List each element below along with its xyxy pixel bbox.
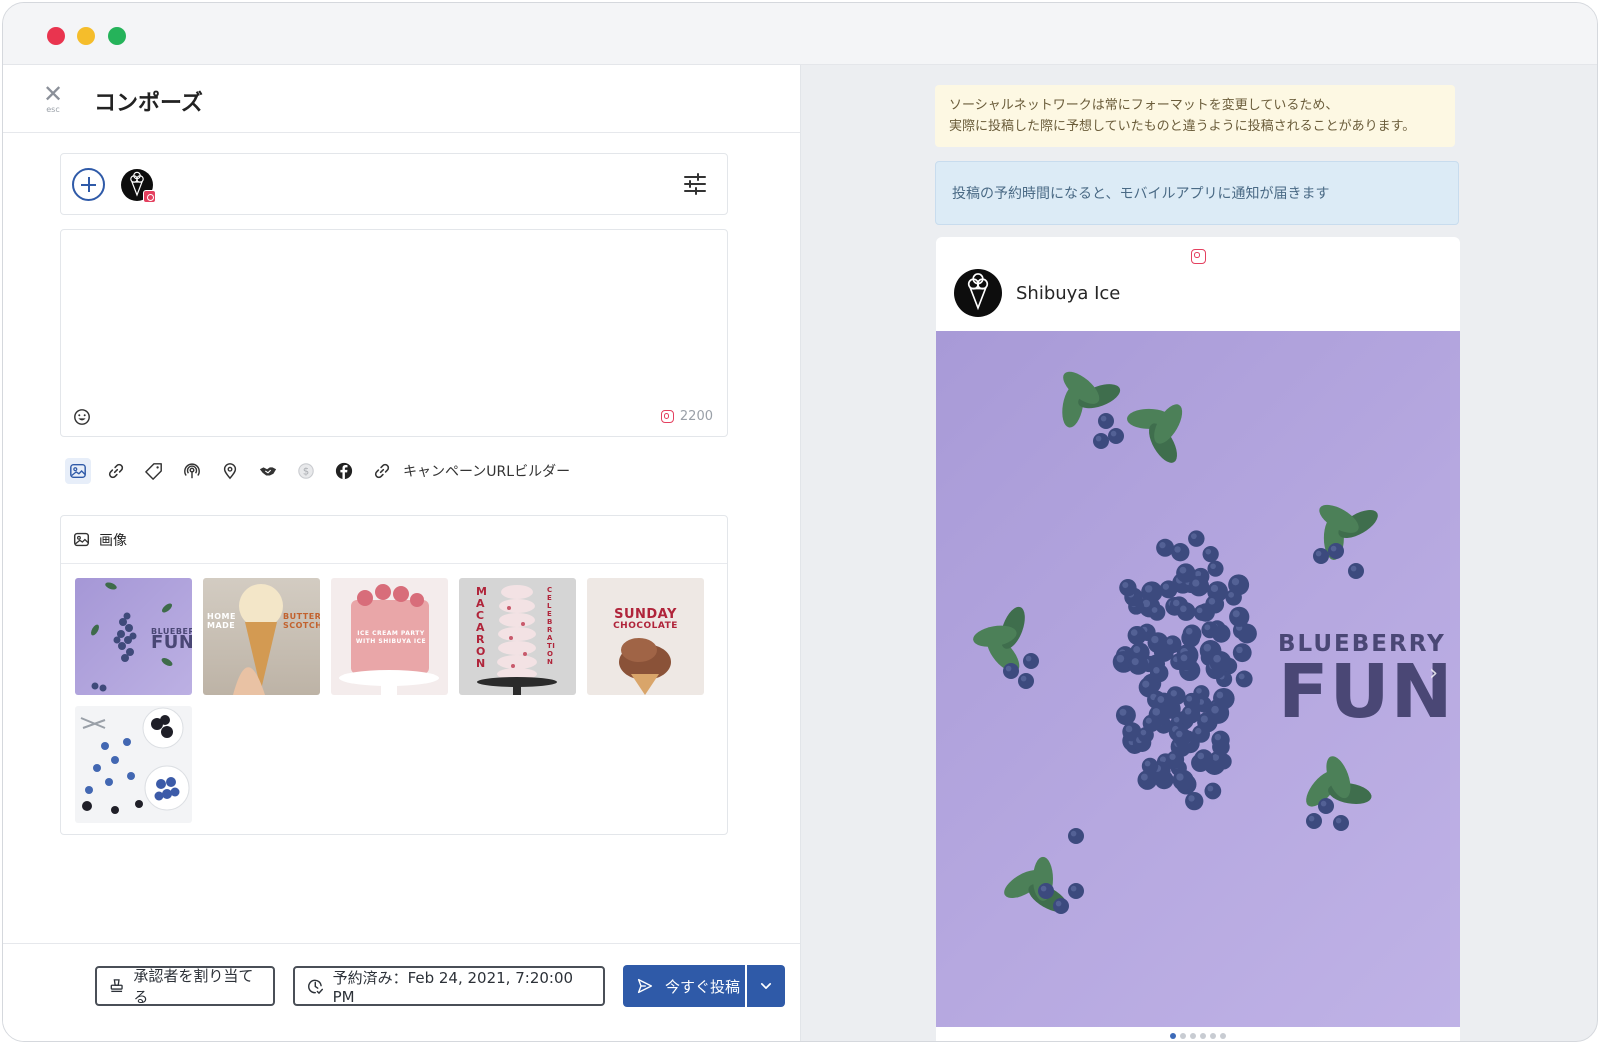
thumbnail-title-line2: WITH SHIBUYA ICE bbox=[355, 638, 427, 645]
schedule-button[interactable]: 予約済み：Feb 24, 2021, 7:20:00 PM bbox=[293, 966, 605, 1006]
close-compose-button[interactable]: ✕ esc bbox=[41, 80, 65, 117]
thumbnail-ice-cream-party-cake[interactable]: ICE CREAM PARTY WITH SHIBUYA ICE bbox=[331, 578, 448, 695]
thumbnail-blueberries-blackberries[interactable] bbox=[75, 706, 192, 823]
preview-account-name: Shibuya Ice bbox=[1016, 283, 1121, 304]
carousel-dot[interactable] bbox=[1210, 1033, 1216, 1039]
page-title: コンポーズ bbox=[94, 91, 203, 116]
instagram-icon bbox=[143, 190, 156, 203]
window-minimize-button[interactable] bbox=[77, 27, 95, 45]
thumbnail-blueberry-fun[interactable]: BLUEBERRY FUN bbox=[75, 578, 192, 695]
thumbnail-title-line2: BUTTER SCOTCH bbox=[283, 612, 320, 630]
compose-toolbar: $ キャンペーンURLビルダー bbox=[65, 458, 570, 484]
instagram-icon bbox=[1191, 249, 1206, 264]
thumbnail-title-line1: MACARON bbox=[476, 585, 488, 670]
assign-approver-button[interactable]: 承認者を割り当てる bbox=[95, 966, 275, 1006]
campaign-url-builder-link[interactable]: キャンペーンURLビルダー bbox=[403, 461, 570, 481]
location-pin-icon[interactable] bbox=[217, 458, 243, 484]
image-icon bbox=[73, 532, 90, 547]
thumbnail-title-line1: ICE CREAM PARTY bbox=[357, 630, 425, 637]
facebook-icon[interactable] bbox=[331, 458, 357, 484]
thumbnail-title-line1: SUNDAY bbox=[614, 607, 677, 622]
close-icon: ✕ bbox=[42, 80, 64, 108]
link-icon[interactable] bbox=[369, 458, 395, 484]
mobile-notification-notice: 投稿の予約時間になると、モバイルアプリに通知が届きます bbox=[935, 161, 1459, 225]
carousel-next-icon[interactable]: › bbox=[1429, 661, 1438, 686]
window-maximize-button[interactable] bbox=[108, 27, 126, 45]
preview-network-badge bbox=[1191, 249, 1206, 268]
app-window: ✕ esc コンポーズ 2200 $ キャンペーンURLビルダー 画像 BLUE… bbox=[2, 2, 1598, 1042]
images-panel: 画像 BLUEBERRY FUN bbox=[60, 515, 728, 835]
emoji-icon[interactable] bbox=[73, 408, 91, 426]
preview-post-image: BLUEBERRY FUN › bbox=[936, 331, 1460, 1027]
account-selector bbox=[60, 153, 728, 215]
thumbnail-title-line2: FUN bbox=[151, 632, 192, 653]
carousel-dot[interactable] bbox=[1220, 1033, 1226, 1039]
thumbnail-title-line2: CELEBRATION bbox=[547, 586, 556, 666]
carousel-dots bbox=[936, 1033, 1460, 1039]
instagram-icon bbox=[660, 410, 674, 423]
carousel-dot[interactable] bbox=[1170, 1033, 1176, 1039]
thumbnail-title-line1: HOME MADE bbox=[207, 612, 236, 630]
compose-pane: ✕ esc コンポーズ 2200 $ キャンペーンURLビルダー 画像 BLUE… bbox=[3, 65, 801, 1041]
carousel-dot[interactable] bbox=[1200, 1033, 1206, 1039]
instagram-post-preview: Shibuya Ice BLUEBERRY FUN › bbox=[936, 237, 1460, 1041]
filter-sliders-icon[interactable] bbox=[683, 172, 707, 196]
format-warning-notice: ソーシャルネットワークは常にフォーマットを変更しているため、 実際に投稿した際に… bbox=[935, 85, 1455, 147]
image-icon[interactable] bbox=[65, 458, 91, 484]
thumbnail-homemade-butterscotch[interactable]: HOME MADE BUTTER SCOTCH bbox=[203, 578, 320, 695]
thumbnail-graphic bbox=[80, 707, 190, 814]
images-panel-header: 画像 bbox=[61, 516, 727, 564]
carousel-dot[interactable] bbox=[1180, 1033, 1186, 1039]
compose-header: ✕ esc コンポーズ bbox=[3, 65, 800, 133]
carousel-dot[interactable] bbox=[1190, 1033, 1196, 1039]
send-icon bbox=[637, 978, 653, 994]
thumbnail-sunday-chocolate[interactable]: SUNDAY CHOCOLATE bbox=[587, 578, 704, 695]
title-bar bbox=[3, 3, 1597, 65]
post-options-dropdown[interactable] bbox=[747, 965, 785, 1007]
window-close-button[interactable] bbox=[47, 27, 65, 45]
assign-approver-label: 承認者を割り当てる bbox=[133, 967, 254, 1006]
preview-avatar bbox=[954, 269, 1002, 317]
thumbnail-macaron-celebration[interactable]: MACARON CELEBRATION bbox=[459, 578, 576, 695]
images-panel-label: 画像 bbox=[99, 532, 127, 549]
thumbnail-title-line2: CHOCOLATE bbox=[613, 621, 678, 631]
thumbnail-graphic bbox=[619, 638, 671, 695]
podcast-icon[interactable] bbox=[179, 458, 205, 484]
post-text-editor[interactable]: 2200 bbox=[60, 229, 728, 437]
post-now-label: 今すぐ投稿 bbox=[665, 977, 741, 996]
dollar-icon[interactable]: $ bbox=[293, 458, 319, 484]
scheduled-datetime: 予約済み：Feb 24, 2021, 7:20:00 PM bbox=[332, 968, 574, 1006]
compose-footer: 承認者を割り当てる 予約済み：Feb 24, 2021, 7:20:00 PM … bbox=[3, 943, 800, 1041]
stamp-icon bbox=[110, 979, 123, 993]
format-warning-line2: 実際に投稿した際に予想していたものと違うように投稿されることがあります。 bbox=[949, 119, 1416, 134]
preview-image-title: BLUEBERRY FUN bbox=[1278, 631, 1454, 735]
chevron-down-icon bbox=[760, 983, 772, 989]
link-icon[interactable] bbox=[103, 458, 129, 484]
ice-cream-logo-icon bbox=[967, 273, 989, 311]
preview-image-title-line2: FUN bbox=[1278, 649, 1454, 735]
tag-icon[interactable] bbox=[141, 458, 167, 484]
char-count-value: 2200 bbox=[679, 409, 713, 424]
clock-check-icon bbox=[308, 979, 324, 994]
character-counter: 2200 bbox=[660, 409, 713, 424]
post-now-button[interactable]: 今すぐ投稿 bbox=[623, 965, 745, 1007]
format-warning-line1: ソーシャルネットワークは常にフォーマットを変更しているため、 bbox=[949, 98, 1339, 113]
handshake-icon[interactable] bbox=[255, 458, 281, 484]
thumbnail-graphic bbox=[233, 584, 283, 695]
add-account-icon[interactable] bbox=[72, 168, 105, 201]
svg-text:$: $ bbox=[303, 467, 309, 478]
